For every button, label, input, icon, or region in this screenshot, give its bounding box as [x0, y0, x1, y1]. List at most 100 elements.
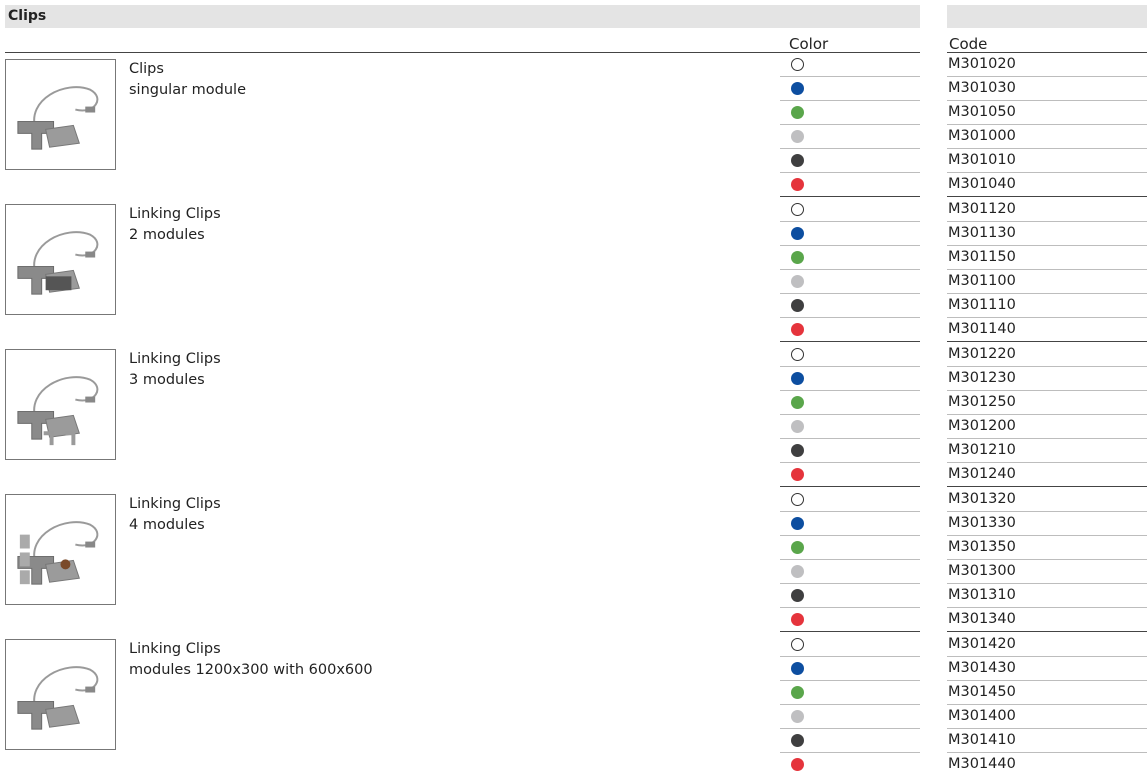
color-swatch-white	[791, 58, 804, 71]
color-cell	[780, 343, 920, 367]
product-image	[5, 349, 116, 460]
color-cell	[780, 53, 920, 77]
color-cell	[780, 512, 920, 536]
product-group: Clips singular module M301020 M301030 M30105…	[0, 53, 1147, 198]
product-code: M301230	[947, 367, 1147, 391]
section-header-bar	[5, 5, 920, 28]
color-cell	[780, 125, 920, 149]
product-code: M301320	[947, 488, 1147, 512]
color-swatch-light-grey	[791, 275, 804, 288]
color-cell	[780, 77, 920, 101]
product-code: M301400	[947, 705, 1147, 729]
color-cell	[780, 536, 920, 560]
product-code: M301300	[947, 560, 1147, 584]
product-code: M301310	[947, 584, 1147, 608]
color-swatch-light-grey	[791, 420, 804, 433]
color-swatch-green	[791, 396, 804, 409]
product-description: 4 modules	[129, 517, 205, 533]
color-swatch-blue	[791, 372, 804, 385]
color-cell	[780, 729, 920, 753]
color-swatch-red	[791, 468, 804, 481]
product-code: M301150	[947, 246, 1147, 270]
color-cell	[780, 149, 920, 173]
color-cell	[780, 633, 920, 657]
product-name: Clips	[129, 61, 164, 77]
product-image	[5, 494, 116, 605]
color-cell	[780, 681, 920, 705]
color-swatch-green	[791, 541, 804, 554]
product-code: M301240	[947, 463, 1147, 487]
code-header-bar	[947, 5, 1147, 28]
color-cell	[780, 246, 920, 270]
color-cell	[780, 173, 920, 197]
section-title: Clips	[8, 8, 47, 24]
product-code: M301210	[947, 439, 1147, 463]
product-group: Linking Clips 4 modules M301320 M301330 M301…	[0, 488, 1147, 633]
color-cell	[780, 705, 920, 729]
product-code: M301450	[947, 681, 1147, 705]
product-description: singular module	[129, 82, 246, 98]
color-swatch-dark-grey	[791, 154, 804, 167]
color-swatch-blue	[791, 662, 804, 675]
product-code: M301010	[947, 149, 1147, 173]
color-cell	[780, 415, 920, 439]
product-code: M301350	[947, 536, 1147, 560]
color-cell	[780, 439, 920, 463]
product-code: M301220	[947, 343, 1147, 367]
product-code: M301100	[947, 270, 1147, 294]
color-cell	[780, 270, 920, 294]
product-group: Linking Clips 2 modules M301120 M301130 M301…	[0, 198, 1147, 343]
product-code: M301410	[947, 729, 1147, 753]
color-swatch-red	[791, 758, 804, 771]
color-cell	[780, 608, 920, 632]
product-code: M301140	[947, 318, 1147, 342]
color-swatch-light-grey	[791, 565, 804, 578]
product-code: M301420	[947, 633, 1147, 657]
color-swatch-dark-grey	[791, 734, 804, 747]
color-column-header: Color	[789, 35, 829, 53]
color-swatch-blue	[791, 517, 804, 530]
color-cell	[780, 488, 920, 512]
product-image	[5, 639, 116, 750]
product-code: M301340	[947, 608, 1147, 632]
code-column-header: Code	[949, 35, 988, 53]
product-code: M301250	[947, 391, 1147, 415]
product-code: M301030	[947, 77, 1147, 101]
product-description: modules 1200x300 with 600x600	[129, 662, 373, 678]
product-image	[5, 204, 116, 315]
product-name: Linking Clips	[129, 641, 221, 657]
color-cell	[780, 318, 920, 342]
product-group: Linking Clips modules 1200x300 with 600x6…	[0, 633, 1147, 778]
color-cell	[780, 367, 920, 391]
color-swatch-white	[791, 638, 804, 651]
product-description: 3 modules	[129, 372, 205, 388]
color-swatch-white	[791, 348, 804, 361]
product-name: Linking Clips	[129, 496, 221, 512]
color-cell	[780, 560, 920, 584]
product-code: M301020	[947, 53, 1147, 77]
product-code: M301040	[947, 173, 1147, 197]
color-cell	[780, 222, 920, 246]
color-swatch-green	[791, 106, 804, 119]
product-code: M301000	[947, 125, 1147, 149]
color-cell	[780, 198, 920, 222]
color-swatch-white	[791, 493, 804, 506]
color-swatch-light-grey	[791, 130, 804, 143]
product-name: Linking Clips	[129, 351, 221, 367]
color-swatch-red	[791, 178, 804, 191]
color-swatch-red	[791, 323, 804, 336]
color-swatch-red	[791, 613, 804, 626]
color-swatch-dark-grey	[791, 299, 804, 312]
color-cell	[780, 584, 920, 608]
product-code: M301110	[947, 294, 1147, 318]
color-swatch-dark-grey	[791, 444, 804, 457]
color-cell	[780, 753, 920, 777]
product-code: M301440	[948, 756, 1016, 772]
color-cell	[780, 657, 920, 681]
product-code: M301130	[947, 222, 1147, 246]
product-group: Linking Clips 3 modules M301220 M301230 M301…	[0, 343, 1147, 488]
product-image	[5, 59, 116, 170]
color-cell	[780, 101, 920, 125]
color-cell	[780, 294, 920, 318]
color-swatch-blue	[791, 82, 804, 95]
